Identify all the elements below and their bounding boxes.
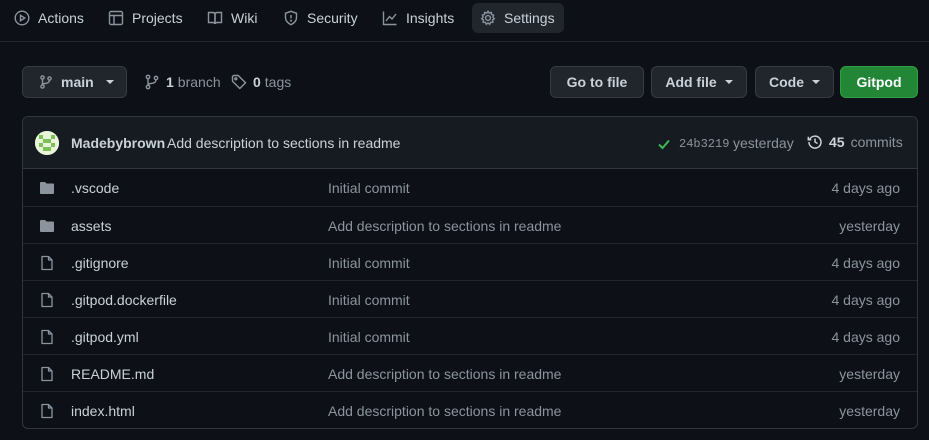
file-icon (39, 403, 55, 419)
chevron-down-icon (105, 80, 114, 84)
repo-nav: Actions Projects Wiki Security Insights … (0, 0, 929, 42)
file-icon (39, 329, 55, 345)
branch-label: branch (177, 74, 221, 90)
add-file-label: Add file (665, 74, 717, 90)
gitpod-button[interactable]: Gitpod (840, 66, 918, 98)
chevron-down-icon (724, 80, 733, 84)
file-age: yesterday (839, 366, 900, 382)
branch-selector[interactable]: main (22, 66, 127, 98)
tags-link[interactable]: 0 tags (231, 66, 291, 98)
commit-author[interactable]: Madebybrown (71, 135, 165, 151)
code-button[interactable]: Code (755, 66, 834, 98)
file-browser: Madebybrown Add description to sections … (22, 116, 918, 429)
check-icon[interactable] (657, 137, 671, 151)
file-age: 4 days ago (831, 292, 901, 308)
git-branch-icon (39, 75, 53, 89)
file-name[interactable]: .gitpod.yml (71, 329, 139, 345)
commit-history-link[interactable]: 45 commits (807, 134, 903, 150)
commit-time: yesterday (733, 135, 794, 151)
file-row[interactable]: .gitpod.dockerfile Initial commit 4 days… (23, 280, 917, 317)
add-file-button[interactable]: Add file (651, 66, 747, 98)
folder-icon (39, 218, 55, 234)
branch-name: main (61, 74, 94, 90)
file-icon (39, 292, 55, 308)
file-age: yesterday (839, 218, 900, 234)
file-age: yesterday (839, 403, 900, 419)
tab-actions[interactable]: Actions (6, 3, 92, 33)
play-circle-icon (14, 10, 30, 26)
file-commit-message[interactable]: Initial commit (328, 255, 410, 271)
shield-icon (283, 10, 299, 26)
commit-count-label: commits (850, 134, 903, 150)
tab-wiki-label: Wiki (231, 10, 258, 26)
file-row[interactable]: .gitpod.yml Initial commit 4 days ago (23, 317, 917, 354)
file-age: 4 days ago (831, 180, 901, 196)
file-name[interactable]: assets (71, 218, 111, 234)
tab-actions-label: Actions (38, 10, 84, 26)
history-icon (807, 134, 823, 150)
file-name[interactable]: .gitpod.dockerfile (71, 292, 177, 308)
file-commit-message[interactable]: Add description to sections in readme (328, 403, 561, 419)
file-row[interactable]: README.md Add description to sections in… (23, 354, 917, 391)
file-row[interactable]: index.html Add description to sections i… (23, 391, 917, 428)
file-name[interactable]: .vscode (71, 180, 119, 196)
go-to-file-label: Go to file (566, 74, 628, 90)
commit-count: 45 (829, 134, 845, 150)
branch-count: 1 (166, 74, 174, 90)
file-icon (39, 255, 55, 271)
file-age: 4 days ago (831, 255, 901, 271)
table-icon (108, 10, 124, 26)
latest-commit-bar: Madebybrown Add description to sections … (23, 117, 917, 169)
branches-link[interactable]: 1 branch (144, 66, 221, 98)
tab-settings-label: Settings (504, 10, 555, 26)
code-label: Code (769, 74, 804, 90)
file-commit-message[interactable]: Add description to sections in readme (328, 218, 561, 234)
file-commit-message[interactable]: Initial commit (328, 180, 410, 196)
file-icon (39, 366, 55, 382)
folder-icon (39, 180, 55, 196)
file-commit-message[interactable]: Initial commit (328, 329, 410, 345)
file-row[interactable]: assets Add description to sections in re… (23, 206, 917, 243)
gitpod-label: Gitpod (856, 74, 902, 90)
tab-projects-label: Projects (132, 10, 183, 26)
book-icon (207, 10, 223, 26)
commit-message[interactable]: Add description to sections in readme (167, 135, 400, 151)
tab-insights-label: Insights (406, 10, 455, 26)
file-row[interactable]: .gitignore Initial commit 4 days ago (23, 243, 917, 280)
file-row[interactable]: .vscode Initial commit 4 days ago (23, 169, 917, 206)
tag-label: tags (264, 74, 292, 90)
tab-security-label: Security (307, 10, 358, 26)
git-branch-icon (144, 74, 160, 90)
file-age: 4 days ago (831, 329, 901, 345)
avatar[interactable] (35, 131, 59, 155)
go-to-file-button[interactable]: Go to file (550, 66, 644, 98)
file-name[interactable]: index.html (71, 403, 135, 419)
commit-sha[interactable]: 24b3219 (679, 137, 729, 151)
tab-settings[interactable]: Settings (472, 3, 564, 33)
tab-insights[interactable]: Insights (374, 3, 462, 33)
tab-wiki[interactable]: Wiki (199, 3, 265, 33)
file-name[interactable]: README.md (71, 366, 154, 382)
file-name[interactable]: .gitignore (71, 255, 129, 271)
tag-icon (231, 74, 247, 90)
file-commit-message[interactable]: Add description to sections in readme (328, 366, 561, 382)
chevron-down-icon (812, 80, 820, 84)
graph-icon (382, 10, 398, 26)
tag-count: 0 (253, 74, 261, 90)
tab-projects[interactable]: Projects (100, 3, 191, 33)
tab-security[interactable]: Security (275, 3, 366, 33)
file-commit-message[interactable]: Initial commit (328, 292, 410, 308)
gear-icon (480, 10, 496, 26)
